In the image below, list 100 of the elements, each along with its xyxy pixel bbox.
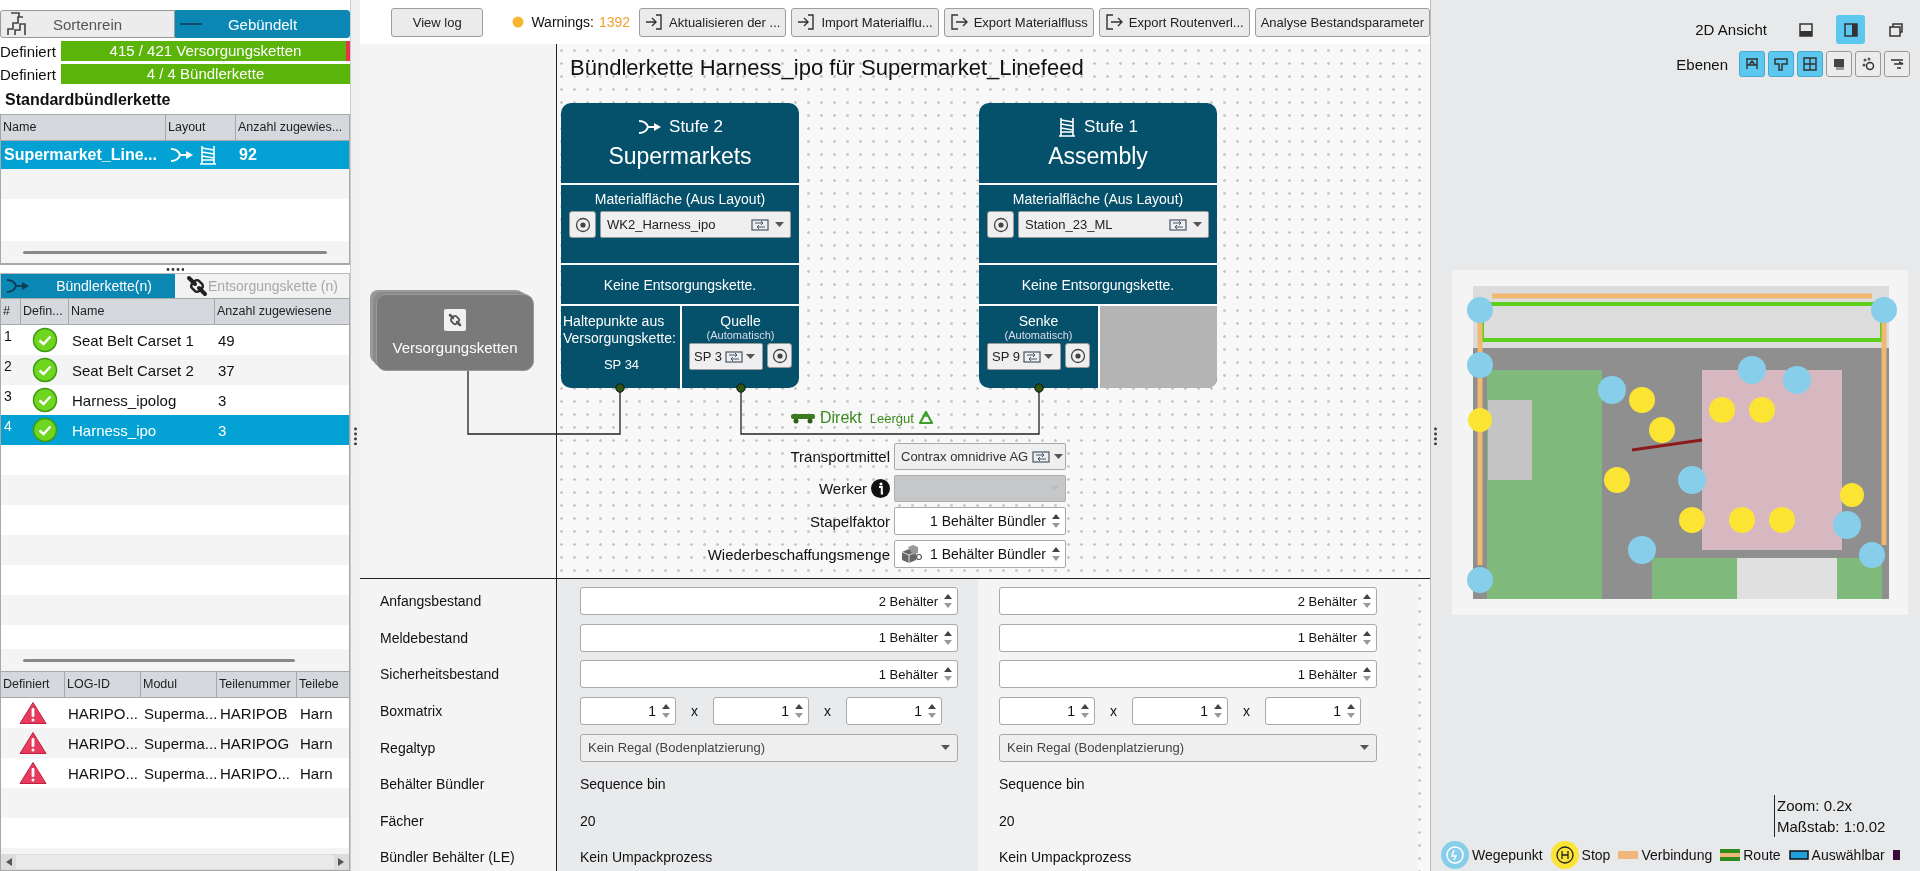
zoom-text: Zoom: 0.2x — [1777, 796, 1854, 816]
layer-toggle-button[interactable] — [1855, 51, 1881, 77]
dropdown[interactable]: Kein Regal (Bodenplatzierung) — [999, 733, 1377, 762]
column-header[interactable]: Anzahl zugewies... — [236, 115, 349, 140]
column-header[interactable]: Name — [69, 299, 215, 324]
target-button[interactable] — [987, 211, 1014, 238]
section-label: Keine Entsorgungskette. — [1021, 276, 1175, 293]
scroll-left-icon — [6, 858, 12, 866]
dropdown-value: SP 3 — [694, 349, 722, 364]
layer-toggle-button[interactable] — [1768, 51, 1794, 77]
toolbar-button[interactable]: Export Materialfluss — [943, 7, 1094, 37]
chain-icon — [444, 309, 466, 331]
dropdown[interactable]: Contrax omnidrive AG — [894, 443, 1066, 470]
spin-field[interactable]: 1 Behälter Bündler — [894, 540, 1066, 568]
column-header[interactable]: # — [1, 299, 21, 324]
warnings-label: Warnings: — [531, 14, 594, 30]
column-header[interactable]: Layout — [166, 115, 236, 140]
spin-field[interactable]: 1 Behälter — [580, 623, 958, 652]
field-value: Kein Umpackprozess — [580, 849, 713, 866]
spin-field[interactable]: 1 — [1265, 697, 1361, 726]
spin-field[interactable]: 1 Behälter — [999, 660, 1377, 689]
column-header[interactable]: Teilebe — [297, 672, 349, 697]
table-row[interactable]: 3 Harness_ipolog 3 — [1, 385, 349, 415]
scrollbar[interactable] — [1, 854, 349, 870]
tab[interactable]: Bündlerkette(n) — [1, 274, 175, 298]
dropdown[interactable]: SP 3 — [689, 343, 763, 370]
spin-field[interactable]: 2 Behälter — [999, 587, 1377, 616]
field-value: 20 — [580, 812, 596, 829]
column-header[interactable]: Teilenummer — [217, 672, 297, 697]
dropdown[interactable]: SP 9 — [987, 343, 1061, 370]
mode-toggle-button[interactable]: Sortenrein — [0, 10, 175, 38]
spin-field[interactable]: 1 — [580, 697, 676, 726]
grip-icon — [354, 426, 357, 445]
table-cell-text: HARIPOG — [219, 734, 291, 752]
layer-toggle-button[interactable] — [1797, 51, 1823, 77]
transport-mode: Direkt — [820, 409, 862, 427]
spin-field[interactable]: 2 Behälter — [580, 587, 958, 616]
target-button[interactable] — [1065, 343, 1090, 368]
column-header[interactable]: Modul — [141, 672, 217, 697]
target-button[interactable] — [569, 211, 596, 238]
warnings-count: 1392 — [598, 14, 631, 30]
waypoint-icon — [1441, 841, 1469, 869]
cart-icon — [790, 412, 816, 424]
table-cell-text: Supermarket_Line... — [3, 146, 158, 164]
merge-arrow-icon — [5, 277, 29, 296]
layer-toggle-button[interactable] — [1739, 51, 1765, 77]
progress-text: 4 / 4 Bündlerkette — [146, 64, 265, 84]
spin-field[interactable]: 1 — [1132, 697, 1228, 726]
view-log-button[interactable]: View log — [391, 7, 484, 37]
field-label: Fächer — [379, 812, 425, 829]
spin-field[interactable]: 1 Behälter Bündler — [894, 507, 1066, 535]
stage-card[interactable]: Stufe 1 Assembly Materialfläche (Aus Layout) Station_23_ML Keine Entsorgungskette. Senke (Automatisch) SP 9 — [979, 103, 1217, 388]
toolbar-button[interactable]: Export Routenverl... — [1098, 7, 1250, 37]
mode-toggle-button[interactable]: Gebündelt — [175, 10, 350, 38]
table-row[interactable]: 1 Seat Belt Carset 1 49 — [1, 325, 349, 355]
scrollbar[interactable] — [1, 649, 349, 672]
separator-text: x — [1242, 703, 1251, 720]
column-header[interactable]: LOG-ID — [65, 672, 141, 697]
stop-icon — [1550, 841, 1579, 869]
scrollbar[interactable] — [1, 241, 349, 264]
layer-toggle-button[interactable] — [1884, 51, 1910, 77]
layer-toggle-button[interactable] — [1826, 51, 1852, 77]
node-label: Versorgungsketten — [392, 339, 518, 356]
toolbar-button[interactable]: Import Materialflu... — [791, 7, 939, 37]
spin-field[interactable]: 1 — [846, 697, 942, 726]
dropdown[interactable]: Station_23_ML — [1018, 211, 1209, 238]
stage-name: Assembly — [1048, 142, 1148, 170]
field-value: Sequence bin — [580, 776, 666, 793]
target-icon — [771, 347, 788, 364]
spin-field[interactable]: 1 — [999, 697, 1095, 726]
table-row[interactable]: 2 Seat Belt Carset 2 37 — [1, 355, 349, 385]
stops-value: SP 34 — [603, 357, 640, 372]
toolbar-button[interactable]: Analyse Bestandsparameter — [1254, 7, 1430, 37]
spin-field[interactable]: 1 Behälter — [580, 660, 958, 689]
stage-card[interactable]: Stufe 2 Supermarkets Materialfläche (Aus Layout) WK2_Harness_ipo Keine Entsorgungskette. Haltepunkte aus Versorgungskette: SP 34 Quelle (Automatisch) SP 3 — [561, 103, 799, 388]
column-header[interactable]: Anzahl zugewiesene — [215, 299, 349, 324]
view-button[interactable] — [1836, 15, 1865, 44]
field-value: Kein Umpackprozess — [999, 849, 1132, 866]
target-button[interactable] — [767, 343, 792, 368]
column-header[interactable]: Definiert — [1, 672, 65, 697]
table-cell-text: 2 — [3, 357, 13, 374]
column-header[interactable]: Defin... — [21, 299, 69, 324]
dropdown[interactable]: Kein Regal (Bodenplatzierung) — [580, 733, 958, 762]
field-value: 1 Behälter Bündler — [929, 513, 1046, 529]
route-swatch-icon — [1720, 849, 1741, 861]
dropdown[interactable]: WK2_Harness_ipo — [600, 211, 791, 238]
toolbar-button[interactable]: Aktualisieren der ... — [639, 7, 787, 37]
table-cell-text: HARIPO... — [67, 704, 139, 722]
table-cell-text: Superma... — [143, 764, 217, 782]
field-value: 1 — [1332, 703, 1341, 720]
field-value: Sequence bin — [999, 776, 1085, 793]
spin-arrows-icon — [928, 703, 936, 720]
spin-field[interactable]: 1 Behälter — [999, 623, 1377, 652]
empties-label: Leergut — [869, 410, 914, 426]
column-header[interactable]: Name — [1, 115, 166, 140]
table-cell-text: Harness_ipo — [71, 421, 158, 439]
spin-arrows-icon — [1081, 703, 1089, 720]
spin-arrows-icon — [1052, 513, 1060, 529]
field-value: 1 — [647, 703, 656, 720]
spin-field[interactable]: 1 — [713, 697, 809, 726]
